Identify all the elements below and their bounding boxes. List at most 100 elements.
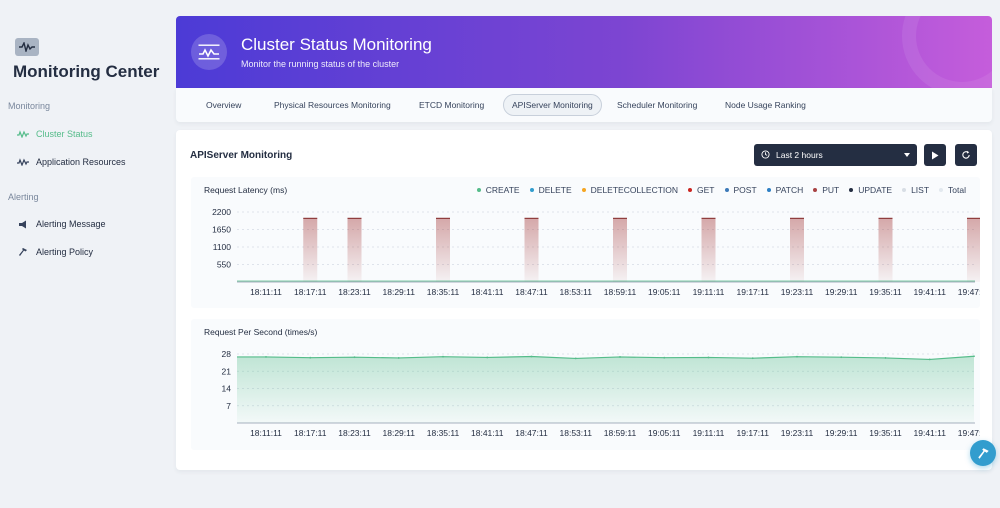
x-tick-label: 19:35:11: [869, 428, 902, 438]
rps-point: [663, 356, 666, 359]
clock-icon: [761, 149, 770, 161]
y-tick-label: 2200: [212, 207, 231, 217]
rps-chart-plot: 7 14 21 28 18:11:11 18:17:11 18:23:11 18:29:11 1…: [222, 349, 980, 438]
x-tick-label: 19:17:11: [737, 287, 770, 297]
x-tick-label: 18:35:11: [427, 428, 460, 438]
x-tick-label: 19:47:11: [958, 428, 980, 438]
x-tick-label: 18:59:11: [604, 428, 637, 438]
play-button[interactable]: [924, 144, 946, 166]
rps-point: [840, 356, 843, 359]
x-tick-label: 18:47:11: [515, 428, 548, 438]
latency-spike-area: [436, 218, 450, 282]
monitoring-icon: [191, 34, 227, 70]
x-tick-label: 18:11:11: [250, 428, 282, 438]
sidebar-item-alerting-policy[interactable]: Alerting Policy: [0, 242, 170, 262]
play-icon: [932, 151, 939, 159]
x-tick-label: 19:05:11: [648, 428, 681, 438]
rps-point: [707, 356, 710, 359]
rps-point: [265, 356, 267, 358]
x-tick-label: 18:59:11: [604, 287, 637, 297]
rps-point: [619, 356, 621, 358]
refresh-icon: [962, 150, 970, 159]
latency-spike-area: [878, 218, 893, 282]
latency-spike-area: [524, 218, 539, 282]
x-tick-label: 19:41:11: [914, 287, 947, 297]
latency-spike-area: [303, 218, 318, 282]
x-tick-label: 18:47:11: [515, 287, 548, 297]
sidebar-item-label: Alerting Policy: [36, 247, 94, 257]
rps-point: [486, 356, 489, 359]
tab-bar: Overview Physical Resources Monitoring E…: [176, 88, 992, 122]
x-tick-label: 18:29:11: [383, 287, 416, 297]
tab-node-usage-ranking[interactable]: Node Usage Ranking: [717, 94, 814, 116]
x-tick-label: 19:17:11: [737, 428, 770, 438]
x-tick-label: 18:53:11: [560, 428, 593, 438]
x-tick-label: 18:53:11: [560, 287, 593, 297]
apiserver-monitoring-panel: APIServer Monitoring Last 2 hours Reques…: [176, 130, 992, 470]
hammer-icon: [16, 246, 30, 258]
time-range-select[interactable]: Last 2 hours: [754, 144, 917, 166]
sidebar-item-alerting-message[interactable]: Alerting Message: [0, 214, 170, 234]
tab-apiserver-monitoring[interactable]: APIServer Monitoring: [503, 94, 602, 116]
x-tick-label: 18:23:11: [338, 428, 371, 438]
waveform-icon: [16, 128, 30, 140]
rps-point: [442, 355, 444, 358]
chevron-down-icon: [904, 153, 910, 157]
sidebar-item-label: Cluster Status: [36, 129, 93, 139]
nav-group-monitoring: Monitoring: [8, 101, 51, 111]
sidebar-item-label: Application Resources: [36, 157, 126, 167]
app-title: Monitoring Center: [13, 62, 160, 81]
x-tick-label: 19:23:11: [781, 428, 814, 438]
x-tick-label: 18:17:11: [294, 428, 327, 438]
tab-overview[interactable]: Overview: [198, 94, 249, 116]
x-tick-label: 18:23:11: [338, 287, 371, 297]
latency-spike-area: [347, 218, 362, 282]
rps-point: [796, 355, 798, 358]
rps-point: [973, 355, 975, 358]
x-tick-label: 19:35:11: [869, 287, 902, 297]
page-title: Cluster Status Monitoring: [241, 35, 432, 54]
sidebar: Monitoring Center Monitoring Cluster Sta…: [0, 0, 170, 508]
rps-point: [884, 357, 887, 359]
x-tick-label: 18:41:11: [471, 287, 504, 297]
latency-spike-area: [613, 218, 627, 282]
y-tick-label: 7: [226, 401, 231, 411]
time-range-value: Last 2 hours: [776, 150, 823, 160]
tab-physical-resources-monitoring[interactable]: Physical Resources Monitoring: [266, 94, 399, 116]
sidebar-item-cluster-status[interactable]: Cluster Status: [0, 124, 170, 144]
hammer-icon: [977, 447, 989, 459]
x-tick-label: 19:41:11: [914, 428, 947, 438]
page-header-banner: Cluster Status Monitoring Monitor the ru…: [176, 16, 992, 88]
latency-spike-area: [701, 218, 716, 282]
refresh-button[interactable]: [955, 144, 977, 166]
rps-point: [530, 355, 533, 358]
waveform-icon: [16, 156, 30, 168]
latency-spike-area: [967, 218, 980, 282]
page-subtitle: Monitor the running status of the cluste…: [241, 59, 400, 69]
requests-per-second-chart: Request Per Second (times/s) 7 14 21 28 18:1…: [191, 319, 980, 450]
sidebar-item-label: Alerting Message: [36, 219, 106, 229]
rps-point: [574, 357, 577, 360]
request-latency-chart: Request Latency (ms) CREATE DELETE DELETEC…: [191, 177, 980, 308]
x-tick-label: 18:35:11: [427, 287, 460, 297]
x-tick-label: 19:11:11: [693, 428, 725, 438]
x-tick-label: 18:41:11: [471, 428, 504, 438]
sidebar-item-application-resources[interactable]: Application Resources: [0, 152, 170, 172]
tab-scheduler-monitoring[interactable]: Scheduler Monitoring: [609, 94, 705, 116]
rps-point: [309, 356, 312, 359]
x-tick-label: 19:29:11: [825, 287, 858, 297]
y-tick-label: 14: [222, 384, 232, 394]
x-tick-label: 18:17:11: [294, 287, 327, 297]
x-tick-label: 19:47:11: [958, 287, 980, 297]
nav-group-alerting: Alerting: [8, 192, 39, 202]
y-tick-label: 550: [217, 260, 231, 270]
rps-point: [928, 358, 931, 361]
y-tick-label: 21: [222, 366, 232, 376]
rps-point: [353, 356, 356, 359]
tab-etcd-monitoring[interactable]: ETCD Monitoring: [411, 94, 492, 116]
x-tick-label: 19:23:11: [781, 287, 814, 297]
decorative-circle: [902, 16, 992, 88]
toolbox-button[interactable]: [970, 440, 996, 466]
y-tick-label: 1100: [213, 242, 232, 252]
latency-chart-plot: 550 1100 1650 2200 18:11:11 18:17:11 18:23:11 1…: [212, 207, 980, 297]
